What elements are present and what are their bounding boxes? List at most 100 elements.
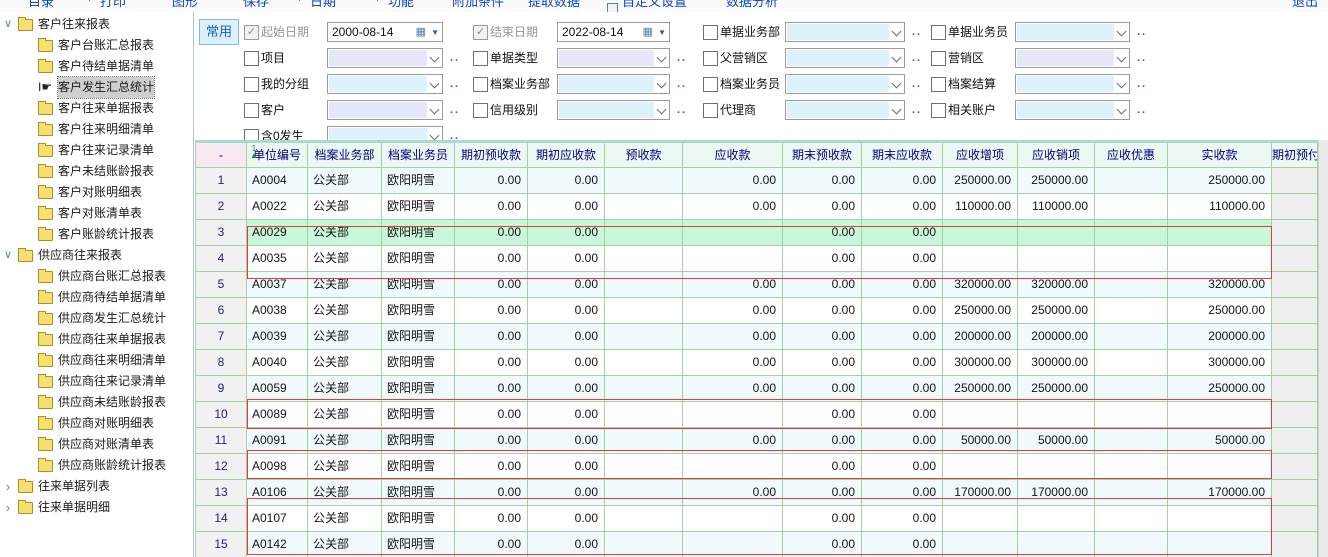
table-row[interactable]: 4A0035公关部欧阳明雪0.000.000.000.00 [195, 246, 1318, 272]
table-cell[interactable]: 0.00 [783, 506, 862, 532]
filter-select[interactable] [1015, 48, 1130, 68]
table-cell[interactable]: 110000.00 [943, 194, 1018, 220]
table-cell[interactable]: 公关部 [308, 350, 382, 376]
table-cell[interactable] [1272, 532, 1318, 557]
table-cell[interactable] [1018, 246, 1095, 272]
table-cell[interactable]: A0098 [247, 454, 308, 480]
row-number[interactable]: 6 [195, 298, 247, 324]
table-cell[interactable]: 250000.00 [943, 376, 1018, 402]
table-row[interactable]: 15A0142公关部欧阳明雪0.000.000.000.00 [195, 532, 1318, 557]
filter-select[interactable] [327, 48, 443, 68]
table-row[interactable]: 6A0038公关部欧阳明雪0.000.000.000.000.00250000.… [195, 298, 1318, 324]
sidebar-item[interactable]: 客户待结单据清单 [0, 56, 193, 77]
filter-checkbox[interactable] [931, 103, 946, 118]
row-number[interactable]: 11 [195, 428, 247, 454]
table-cell[interactable]: 0.00 [683, 168, 783, 194]
table-cell[interactable]: A0089 [247, 402, 308, 428]
table-cell[interactable] [605, 272, 683, 298]
sidebar-item[interactable]: 供应商发生汇总统计 [0, 308, 193, 329]
table-cell[interactable] [605, 428, 683, 454]
table-cell[interactable]: 0.00 [862, 324, 943, 350]
ellipsis-button[interactable]: .. [1137, 104, 1147, 116]
row-number[interactable]: 7 [195, 324, 247, 350]
table-cell[interactable]: 欧阳明雪 [382, 246, 455, 272]
table-cell[interactable] [1272, 298, 1318, 324]
table-row[interactable]: 1A0004公关部欧阳明雪0.000.000.000.000.00250000.… [195, 168, 1318, 194]
toolbar-checkbox[interactable] [607, 3, 618, 12]
table-row[interactable]: 11A0091公关部欧阳明雪0.000.000.000.000.0050000.… [195, 428, 1318, 454]
table-cell[interactable] [1095, 272, 1168, 298]
table-cell[interactable]: 0.00 [455, 272, 528, 298]
table-cell[interactable] [605, 246, 683, 272]
table-cell[interactable]: 0.00 [528, 272, 605, 298]
chevron-down-icon[interactable] [1117, 105, 1127, 115]
table-cell[interactable]: 0.00 [683, 428, 783, 454]
table-cell[interactable] [943, 246, 1018, 272]
table-cell[interactable]: 0.00 [528, 402, 605, 428]
chevron-down-icon[interactable] [430, 53, 440, 63]
filter-select[interactable] [785, 22, 905, 42]
table-cell[interactable]: 公关部 [308, 454, 382, 480]
table-cell[interactable]: 欧阳明雪 [382, 454, 455, 480]
table-cell[interactable]: 公关部 [308, 532, 382, 557]
table-cell[interactable]: 200000.00 [1168, 324, 1272, 350]
table-cell[interactable]: 0.00 [528, 324, 605, 350]
date-input[interactable]: 2000-08-14▦▼ [327, 22, 443, 42]
table-cell[interactable] [1168, 506, 1272, 532]
table-cell[interactable]: 公关部 [308, 220, 382, 246]
table-cell[interactable]: 欧阳明雪 [382, 272, 455, 298]
ellipsis-button[interactable]: .. [1137, 26, 1147, 38]
table-cell[interactable]: A0107 [247, 506, 308, 532]
row-number[interactable]: 14 [195, 506, 247, 532]
table-cell[interactable] [605, 532, 683, 557]
table-cell[interactable] [1095, 532, 1168, 557]
table-row[interactable]: 2A0022公关部欧阳明雪0.000.000.000.000.00110000.… [195, 194, 1318, 220]
row-number[interactable]: 12 [195, 454, 247, 480]
sidebar-item[interactable]: 客户对账明细表 [0, 182, 193, 203]
sidebar-item[interactable]: 供应商往来记录清单 [0, 371, 193, 392]
chevron-down-icon[interactable] [892, 105, 902, 115]
chevron-down-icon[interactable] [892, 53, 902, 63]
table-cell[interactable]: 300000.00 [1018, 350, 1095, 376]
filter-select[interactable] [557, 48, 670, 68]
table-cell[interactable] [1168, 246, 1272, 272]
table-cell[interactable]: 0.00 [862, 402, 943, 428]
table-cell[interactable]: 0.00 [783, 350, 862, 376]
filter-select[interactable] [327, 100, 443, 120]
row-number[interactable]: 4 [195, 246, 247, 272]
table-cell[interactable] [1095, 506, 1168, 532]
table-cell[interactable] [683, 454, 783, 480]
table-cell[interactable] [1095, 480, 1168, 506]
table-cell[interactable]: 0.00 [455, 246, 528, 272]
table-cell[interactable] [1272, 220, 1318, 246]
table-cell[interactable]: 0.00 [455, 298, 528, 324]
table-cell[interactable]: 0.00 [455, 454, 528, 480]
row-number[interactable]: 15 [195, 532, 247, 557]
dropdown-arrow-icon[interactable]: ▼ [431, 28, 439, 37]
table-cell[interactable] [605, 168, 683, 194]
sidebar-item[interactable]: 供应商未结账龄报表 [0, 392, 193, 413]
table-cell[interactable]: 0.00 [783, 194, 862, 220]
table-cell[interactable]: A0004 [247, 168, 308, 194]
table-cell[interactable]: 0.00 [455, 506, 528, 532]
table-cell[interactable] [1272, 168, 1318, 194]
toolbar-item[interactable]: 日期 [310, 0, 336, 10]
chevron-down-icon[interactable] [430, 131, 440, 141]
table-cell[interactable]: 0.00 [862, 428, 943, 454]
sidebar-item[interactable]: ›往来单据明细 [0, 497, 193, 518]
table-cell[interactable]: 0.00 [862, 506, 943, 532]
table-cell[interactable] [1095, 454, 1168, 480]
ellipsis-button[interactable]: .. [912, 52, 922, 64]
toolbar-item[interactable]: 打印 [100, 0, 126, 10]
table-cell[interactable]: 110000.00 [1018, 194, 1095, 220]
sidebar-item[interactable]: I☛客户发生汇总统计 [0, 77, 193, 98]
chevron-down-icon[interactable] [892, 79, 902, 89]
toolbar-item[interactable]: 功能 [388, 0, 414, 10]
sidebar-item[interactable]: ∨供应商往来报表 [0, 245, 193, 266]
table-header-cell[interactable]: 应收优惠 [1095, 143, 1168, 168]
table-cell[interactable]: A0059 [247, 376, 308, 402]
table-cell[interactable]: 0.00 [862, 168, 943, 194]
table-cell[interactable]: 0.00 [528, 480, 605, 506]
table-cell[interactable] [683, 246, 783, 272]
table-header-cell[interactable]: 实收款 [1168, 143, 1272, 168]
